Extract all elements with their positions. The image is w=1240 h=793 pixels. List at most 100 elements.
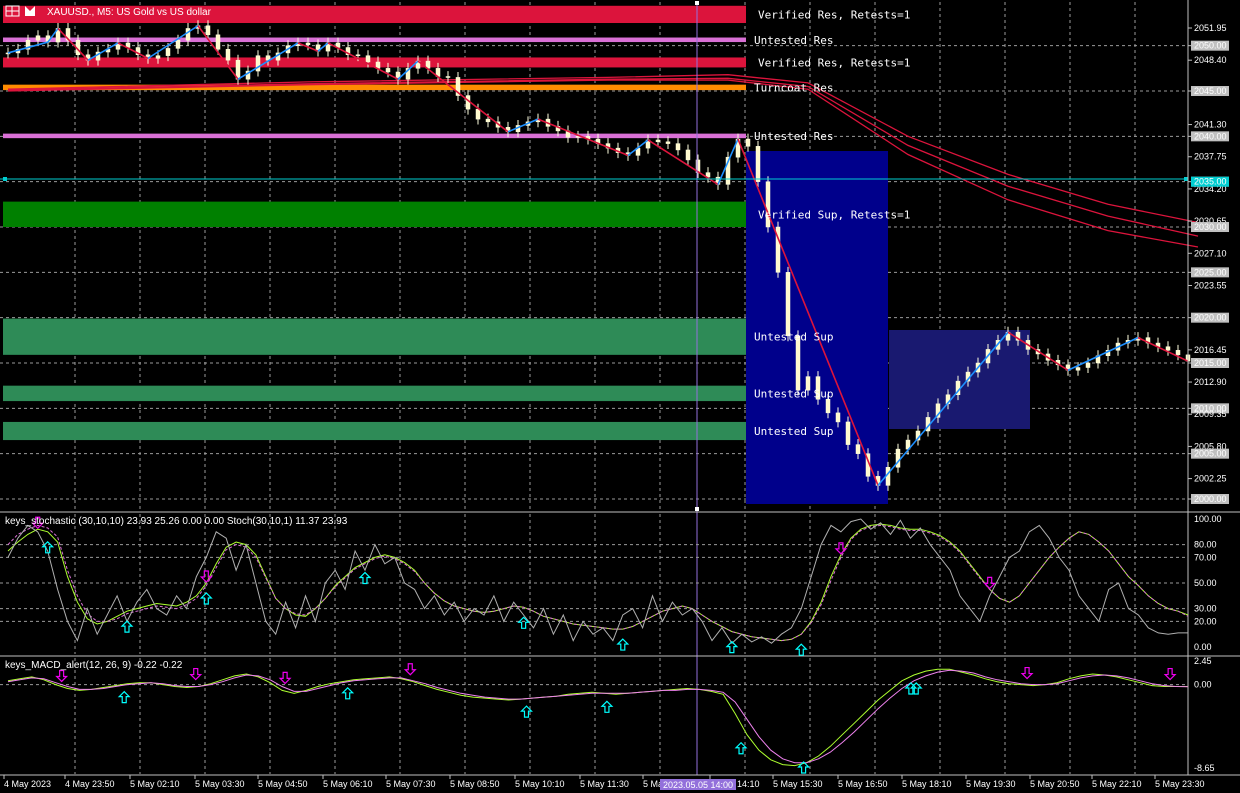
macd-tick-label: -8.65 — [1194, 763, 1215, 773]
time-tick-label: 5 May 22:10 — [1092, 779, 1142, 789]
zone-label: Untested Sup — [754, 425, 833, 438]
candle-body — [785, 272, 791, 337]
price-tick-label: 2050.00 — [1194, 41, 1227, 51]
candle-body — [385, 68, 391, 73]
zone-res-verified — [3, 57, 746, 68]
candle-body — [225, 49, 231, 61]
candle-body — [655, 139, 661, 143]
price-tick-label: 2005.00 — [1194, 449, 1227, 459]
price-tick-label: 2023.55 — [1194, 280, 1227, 290]
candle-body — [215, 34, 221, 50]
trading-chart[interactable]: Verified Res, Retests=1 Untested Res Verif… — [0, 0, 1240, 793]
candle-body — [305, 42, 311, 46]
time-tick-label: 5 May 03:30 — [195, 779, 245, 789]
crosshair-handle-right[interactable] — [1184, 177, 1188, 181]
zone-sup-untested — [3, 318, 746, 355]
time-tick-label: 5 May 04:50 — [258, 779, 308, 789]
candle-body — [445, 76, 451, 78]
crosshair-handle-bottom[interactable] — [695, 507, 699, 511]
candle-body — [795, 335, 801, 391]
candle-body — [1085, 362, 1091, 368]
zone-label: Turncoat Res — [754, 81, 833, 94]
zone-label: Untested Sup — [754, 331, 833, 344]
stochastic-tick-label: 50.00 — [1194, 578, 1217, 588]
candle-body — [845, 421, 851, 445]
price-tick-label: 2037.75 — [1194, 152, 1227, 162]
stochastic-tick-label: 80.00 — [1194, 540, 1217, 550]
time-tick-label: 5 May 18:10 — [902, 779, 952, 789]
crosshair-price-label: 2035.00 — [1194, 177, 1227, 187]
time-tick-label: 5 May 16:50 — [838, 779, 888, 789]
price-tick-label: 2027.10 — [1194, 248, 1227, 258]
time-tick-label: 5 May 11:30 — [580, 779, 629, 789]
time-tick-label: 5 May 15:30 — [773, 779, 823, 789]
zone-label: Verified Res, Retests=1 — [758, 8, 910, 21]
price-tick-label: 2016.45 — [1194, 345, 1227, 355]
stochastic-tick-label: 70.00 — [1194, 552, 1217, 562]
zone-label: Untested Res — [754, 130, 833, 143]
price-tick-label: 2025.00 — [1194, 267, 1227, 277]
price-tick-label: 2002.25 — [1194, 474, 1227, 484]
candle-body — [1075, 367, 1081, 371]
candle-body — [35, 35, 41, 41]
crosshair-time-label: 2023.05.05 14:00 — [663, 780, 733, 790]
macd-tick-label: 0.00 — [1194, 680, 1212, 690]
candle-body — [355, 54, 361, 56]
price-tick-label: 2015.00 — [1194, 358, 1227, 368]
price-tick-label: 2045.00 — [1194, 86, 1227, 96]
macd-tick-label: 2.45 — [1194, 656, 1212, 666]
candle-body — [685, 149, 691, 161]
time-tick-label: 5 May 02:10 — [130, 779, 180, 789]
candle-body — [825, 399, 831, 414]
stochastic-tick-label: 30.00 — [1194, 604, 1217, 614]
zone-res-untested — [3, 37, 746, 43]
price-tick-label: 2048.40 — [1194, 55, 1227, 65]
candle-body — [365, 55, 371, 63]
price-tick-label: 2009.35 — [1194, 409, 1227, 419]
time-tick-label: 5 May 20:50 — [1030, 779, 1080, 789]
time-tick-label: 4 May 2023 — [4, 779, 51, 789]
stochastic-title: keys_stochastic (30,10,10) 23.93 25.26 0… — [5, 516, 348, 527]
crosshair-handle-top[interactable] — [695, 1, 699, 5]
stochastic-tick-label: 100.00 — [1194, 514, 1222, 524]
candle-body — [155, 55, 161, 59]
price-tick-label: 2012.90 — [1194, 377, 1227, 387]
time-tick-label: 5 May 10:10 — [515, 779, 565, 789]
candle-body — [475, 108, 481, 120]
candle-body — [675, 143, 681, 151]
zone-res-untested — [3, 133, 746, 139]
zone-sup-untested — [3, 385, 746, 402]
price-tick-label: 2020.00 — [1194, 313, 1227, 323]
price-tick-label: 2051.95 — [1194, 23, 1227, 33]
candle-body — [755, 146, 761, 182]
candle-body — [1175, 350, 1181, 356]
zone-label: Verified Sup, Retests=1 — [758, 208, 910, 221]
price-tick-label: 2041.30 — [1194, 120, 1227, 130]
time-tick-label: 5 May 19:30 — [966, 779, 1016, 789]
time-tick-label: 5 May 07:30 — [386, 779, 436, 789]
zone-label: Untested Sup — [754, 387, 833, 400]
time-tick-label: 5 May 23:30 — [1155, 779, 1205, 789]
time-tick-label: 5 May 08:50 — [450, 779, 500, 789]
zone-sup-verified — [3, 201, 746, 228]
zone-sup-untested — [3, 421, 746, 441]
candle-body — [835, 412, 841, 423]
selection-box-range — [889, 330, 1030, 429]
time-tick-label: 5 May 06:10 — [323, 779, 373, 789]
candle-body — [485, 118, 491, 123]
candle-body — [855, 444, 861, 454]
price-tick-label: 2040.00 — [1194, 131, 1227, 141]
crosshair-handle-left[interactable] — [3, 177, 7, 181]
candle-body — [165, 48, 171, 56]
candle-body — [185, 28, 191, 41]
price-tick-label: 2030.00 — [1194, 222, 1227, 232]
macd-title: keys_MACD_alert(12, 26, 9) -0.22 -0.22 — [5, 660, 183, 671]
stochastic-tick-label: 0.00 — [1194, 642, 1212, 652]
zone-label: Verified Res, Retests=1 — [758, 56, 910, 69]
candle-body — [745, 138, 751, 147]
candle-body — [1165, 346, 1171, 351]
stochastic-tick-label: 20.00 — [1194, 616, 1217, 626]
candle-body — [205, 25, 211, 36]
symbol-title: XAUUSD., M5: US Gold vs US dollar — [47, 7, 212, 18]
candle-body — [665, 141, 671, 144]
